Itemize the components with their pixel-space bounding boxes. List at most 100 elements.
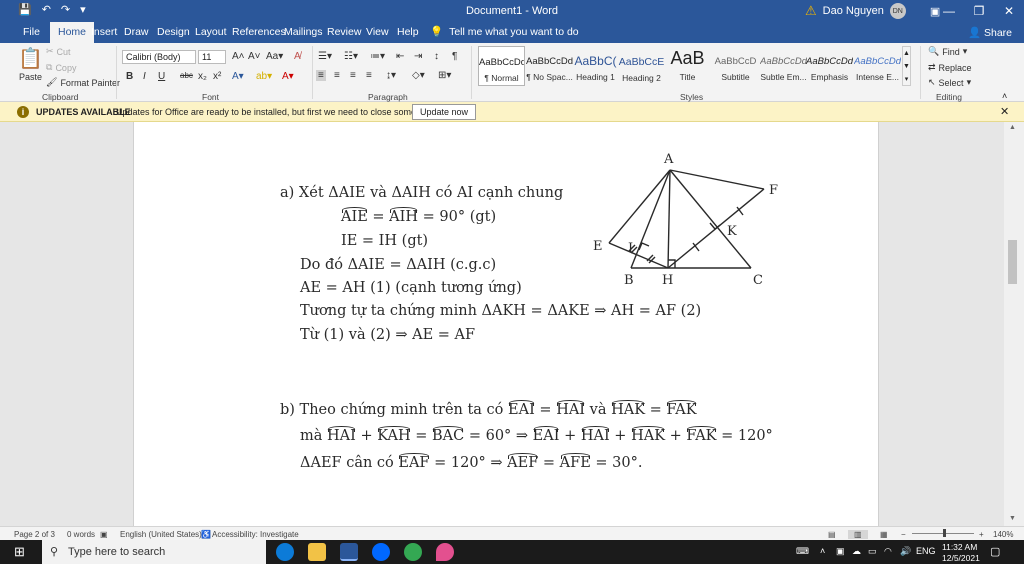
tab-layout[interactable]: Layout (195, 26, 227, 38)
tab-design[interactable]: Design (157, 26, 190, 38)
style-title[interactable]: AaB Title (664, 46, 711, 86)
style-heading-2[interactable]: AaBbCcE Heading 2 (618, 46, 665, 86)
file-explorer-icon[interactable] (308, 543, 326, 561)
align-right-icon[interactable]: ≡ (350, 70, 356, 81)
close-icon[interactable]: ✕ (1000, 105, 1009, 118)
subscript-button[interactable]: x₂ (198, 71, 207, 82)
format-painter-button[interactable]: 🖌 Format Painter (46, 77, 120, 88)
font-name-select[interactable]: Calibri (Body) (122, 50, 196, 64)
styles-scroll[interactable]: ▲ ▼ ▾ (902, 46, 911, 86)
multilevel-list-icon[interactable]: ≔▾ (370, 51, 385, 62)
notifications-icon[interactable]: ▢ (990, 545, 1000, 558)
text-effects-icon[interactable]: A▾ (232, 71, 244, 82)
user-account[interactable]: ⚠ Dao Nguyen DN ▣ (805, 3, 940, 19)
scroll-down-icon[interactable]: ▼ (1009, 515, 1016, 522)
align-center-icon[interactable]: ≡ (334, 70, 340, 81)
font-size-select[interactable]: 11 (198, 50, 226, 64)
tab-file[interactable]: File (23, 26, 40, 38)
restore-button[interactable]: ❐ (964, 0, 994, 22)
edge-icon[interactable] (276, 543, 294, 561)
minimize-button[interactable]: — (934, 0, 964, 22)
paste-button[interactable]: 📋 Paste (18, 46, 43, 82)
tell-me-box[interactable]: 💡 Tell me what you want to do (430, 25, 579, 39)
tab-home[interactable]: Home (50, 22, 95, 43)
sort-icon[interactable]: ↕ (434, 51, 439, 62)
shading-icon[interactable]: ◇▾ (412, 70, 425, 81)
borders-icon[interactable]: ⊞▾ (438, 70, 451, 81)
style-normal[interactable]: AaBbCcDd ¶ Normal (478, 46, 525, 86)
increase-indent-icon[interactable]: ⇥ (414, 51, 422, 62)
clear-formatting-icon[interactable]: A̸ (294, 51, 301, 62)
zoom-out-icon[interactable]: − (901, 530, 906, 539)
tab-help[interactable]: Help (397, 26, 419, 38)
share-button[interactable]: 👤 Share (968, 26, 1012, 39)
taskbar-search[interactable]: ⚲ Type here to search (42, 540, 266, 564)
cloud-icon[interactable]: ☁ (852, 546, 861, 557)
superscript-button[interactable]: x² (213, 71, 221, 82)
scroll-up-icon[interactable]: ▲ (1009, 124, 1016, 131)
collapse-ribbon-icon[interactable]: ˄ (1002, 91, 1007, 101)
zoom-level[interactable]: 140% (993, 530, 1013, 539)
word-icon[interactable] (340, 543, 358, 561)
highlight-icon[interactable]: ab▾ (256, 71, 272, 82)
clock-date[interactable]: 12/5/2021 (942, 553, 980, 563)
close-button[interactable]: ✕ (994, 0, 1024, 22)
style-intense-emphasis[interactable]: AaBbCcDd Intense E... (854, 46, 901, 86)
zoom-slider-thumb[interactable] (943, 529, 946, 537)
style-subtle-emphasis[interactable]: AaBbCcDd Subtle Em... (760, 46, 807, 86)
network-icon[interactable]: ▣ (836, 546, 845, 557)
tab-mailings[interactable]: Mailings (284, 26, 323, 38)
replace-button[interactable]: ⇄ Replace (928, 62, 972, 73)
document-area[interactable]: a) Xét ΔAIE và ΔAIH có AI cạnh chung AIE… (0, 122, 1004, 526)
tab-insert[interactable]: Insert (91, 26, 117, 38)
vertical-scrollbar[interactable]: ▲ ▼ (1004, 122, 1024, 526)
app-icon[interactable] (436, 543, 454, 561)
tray-chevron-icon[interactable]: ˄ (820, 546, 825, 556)
document-page[interactable]: a) Xét ΔAIE và ΔAIH có AI cạnh chung AIE… (133, 122, 879, 526)
app-icon[interactable] (404, 543, 422, 561)
wifi-icon[interactable]: ◠ (884, 546, 892, 557)
tab-review[interactable]: Review (327, 26, 361, 38)
italic-button[interactable]: I (143, 71, 146, 82)
keyboard-icon[interactable]: ⌨ (796, 546, 809, 557)
show-marks-icon[interactable]: ¶ (452, 51, 457, 62)
zalo-icon[interactable] (372, 543, 390, 561)
avatar[interactable]: DN (889, 3, 906, 19)
copy-button[interactable]: ⧉ Copy (46, 62, 76, 73)
justify-icon[interactable]: ≡ (366, 70, 372, 81)
tab-draw[interactable]: Draw (124, 26, 149, 38)
numbering-icon[interactable]: ☷▾ (344, 51, 358, 62)
tab-view[interactable]: View (366, 26, 389, 38)
language-indicator[interactable]: English (United States) (120, 530, 202, 539)
font-color-icon[interactable]: A▾ (282, 71, 294, 82)
windows-start-icon[interactable]: ⊞ (14, 544, 25, 560)
volume-icon[interactable]: 🔊 (900, 546, 911, 557)
select-button[interactable]: ↖ Select ▾ (928, 77, 971, 88)
scroll-thumb[interactable] (1008, 240, 1017, 284)
print-layout-icon[interactable]: ▥ (848, 530, 868, 539)
bold-button[interactable]: B (126, 71, 133, 82)
style-no-spacing[interactable]: AaBbCcDd ¶ No Spac... (526, 46, 573, 86)
web-layout-icon[interactable]: ▦ (880, 530, 888, 539)
find-button[interactable]: 🔍 Find ▾ (928, 46, 967, 57)
read-mode-icon[interactable]: ▤ (828, 530, 836, 539)
style-subtitle[interactable]: AaBbCcD Subtitle (712, 46, 759, 86)
proofing-icon[interactable]: ▣ (100, 530, 108, 539)
tab-references[interactable]: References (232, 26, 286, 38)
zoom-in-icon[interactable]: + (979, 530, 984, 539)
page-count[interactable]: Page 2 of 3 (14, 530, 55, 539)
grow-font-icon[interactable]: A˄ (232, 51, 245, 62)
clock-time[interactable]: 11:32 AM (942, 542, 977, 552)
shrink-font-icon[interactable]: A˅ (248, 51, 261, 62)
strikethrough-button[interactable]: abc (180, 71, 193, 80)
style-heading-1[interactable]: AaBbC(Heading 1 (572, 46, 619, 86)
style-emphasis[interactable]: AaBbCcDd Emphasis (806, 46, 853, 86)
line-spacing-icon[interactable]: ↨▾ (386, 70, 396, 81)
update-now-button[interactable]: Update now (412, 104, 476, 120)
bullets-icon[interactable]: ☰▾ (318, 51, 332, 62)
accessibility-status[interactable]: Accessibility: Investigate (212, 530, 299, 539)
decrease-indent-icon[interactable]: ⇤ (396, 51, 404, 62)
change-case-icon[interactable]: Aa▾ (266, 51, 283, 62)
language-indicator[interactable]: ENG (916, 546, 936, 556)
underline-button[interactable]: U (158, 71, 165, 82)
